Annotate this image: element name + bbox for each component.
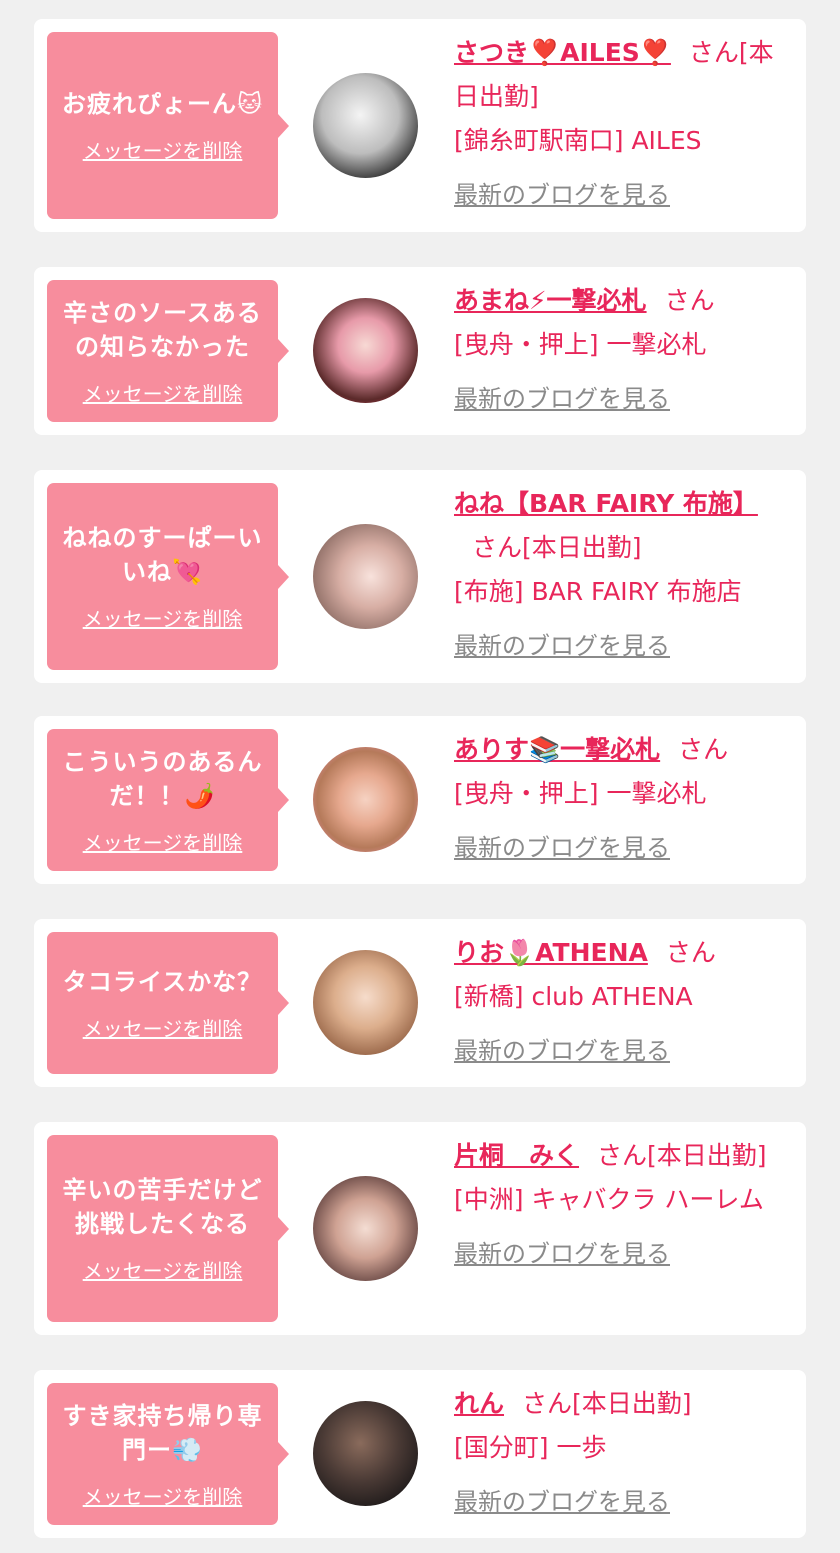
cast-suffix: さん[本日出勤] — [472, 533, 642, 562]
message-bubble: こういうのあるんだ！！🌶️ メッセージを削除 — [47, 729, 289, 871]
cast-info: れん さん[本日出勤] [国分町] 一歩 最新のブログを見る — [454, 1382, 798, 1524]
message-bubble: タコライスかな？ メッセージを削除 — [47, 932, 289, 1074]
cast-info: ねね【BAR FAIRY 布施】さん[本日出勤] [布施] BAR FAIRY … — [454, 482, 798, 668]
message-bubble: 辛いの苦手だけど挑戦したくなる メッセージを削除 — [47, 1135, 289, 1322]
avatar[interactable] — [313, 73, 418, 178]
cast-info: 片桐 みく さん[本日出勤] [中洲] キャバクラ ハーレム 最新のブログを見る — [454, 1134, 798, 1276]
cast-info: ありす📚一撃必札 さん [曳舟・押上] 一撃必札 最新のブログを見る — [454, 728, 798, 870]
message-card: タコライスかな？ メッセージを削除 りお🌷ATHENA さん [新橋] club … — [34, 919, 806, 1087]
shop-label: [国分町] 一歩 — [454, 1433, 607, 1462]
cast-info: さつき❣️AILES❣️ さん[本日出勤] [錦糸町駅南口] AILES 最新のブ… — [454, 31, 798, 217]
shop-label: [中洲] キャバクラ ハーレム — [454, 1185, 764, 1214]
message-bubble: ねねのすーぱーいいね💘 メッセージを削除 — [47, 483, 289, 670]
cast-info: りお🌷ATHENA さん [新橋] club ATHENA 最新のブログを見る — [454, 931, 798, 1073]
message-bubble: 辛さのソースあるの知らなかった メッセージを削除 — [47, 280, 289, 422]
message-text: タコライスかな？ — [62, 967, 263, 996]
delete-message-link[interactable]: メッセージを削除 — [83, 603, 243, 632]
cast-name-link[interactable]: りお🌷ATHENA — [454, 938, 648, 967]
avatar[interactable] — [313, 298, 418, 403]
message-card: 辛さのソースあるの知らなかった メッセージを削除 あまね⚡一撃必札 さん [曳舟・… — [34, 267, 806, 435]
message-text: すき家持ち帰り専門ー💨 — [62, 1401, 263, 1464]
delete-message-link[interactable]: メッセージを削除 — [83, 1481, 243, 1510]
cast-suffix: さん[本日出勤] — [522, 1389, 692, 1418]
latest-blog-link[interactable]: 最新のブログを見る — [454, 1232, 670, 1276]
message-card: こういうのあるんだ！！🌶️ メッセージを削除 ありす📚一撃必札 さん [曳舟・押上… — [34, 716, 806, 884]
cast-name-link[interactable]: ねね【BAR FAIRY 布施】 — [454, 489, 758, 518]
latest-blog-link[interactable]: 最新のブログを見る — [454, 624, 670, 668]
cast-suffix: さん — [664, 286, 715, 315]
latest-blog-link[interactable]: 最新のブログを見る — [454, 1029, 670, 1073]
cast-name-link[interactable]: 片桐 みく — [454, 1141, 579, 1170]
message-bubble: すき家持ち帰り専門ー💨 メッセージを削除 — [47, 1383, 289, 1525]
shop-label: [錦糸町駅南口] AILES — [454, 126, 702, 155]
cast-name-link[interactable]: さつき❣️AILES❣️ — [454, 38, 671, 67]
shop-label: [新橋] club ATHENA — [454, 982, 693, 1011]
cast-name-link[interactable]: ありす📚一撃必札 — [454, 735, 660, 764]
avatar[interactable] — [313, 747, 418, 852]
cast-suffix: さん — [678, 735, 729, 764]
avatar[interactable] — [313, 1176, 418, 1281]
latest-blog-link[interactable]: 最新のブログを見る — [454, 173, 670, 217]
message-text: 辛いの苦手だけど挑戦したくなる — [62, 1176, 263, 1238]
cast-name-link[interactable]: れん — [454, 1389, 504, 1418]
latest-blog-link[interactable]: 最新のブログを見る — [454, 1480, 670, 1524]
shop-label: [曳舟・押上] 一撃必札 — [454, 330, 707, 359]
avatar[interactable] — [313, 950, 418, 1055]
avatar[interactable] — [313, 1401, 418, 1506]
shop-label: [布施] BAR FAIRY 布施店 — [454, 577, 742, 606]
cast-suffix: さん[本日出勤] — [597, 1141, 767, 1170]
message-card: ねねのすーぱーいいね💘 メッセージを削除 ねね【BAR FAIRY 布施】さん[… — [34, 470, 806, 683]
delete-message-link[interactable]: メッセージを削除 — [83, 827, 243, 856]
shop-label: [曳舟・押上] 一撃必札 — [454, 779, 707, 808]
message-text: こういうのあるんだ！！🌶️ — [62, 747, 263, 810]
cast-info: あまね⚡一撃必札 さん [曳舟・押上] 一撃必札 最新のブログを見る — [454, 279, 798, 421]
delete-message-link[interactable]: メッセージを削除 — [83, 378, 243, 407]
cast-name-link[interactable]: あまね⚡一撃必札 — [454, 286, 647, 315]
delete-message-link[interactable]: メッセージを削除 — [83, 1255, 243, 1284]
latest-blog-link[interactable]: 最新のブログを見る — [454, 377, 670, 421]
delete-message-link[interactable]: メッセージを削除 — [83, 1013, 243, 1042]
message-text: 辛さのソースあるの知らなかった — [63, 298, 262, 361]
avatar[interactable] — [313, 524, 418, 629]
message-card: お疲れぴょーん🐱 メッセージを削除 さつき❣️AILES❣️ さん[本日出勤] [… — [34, 19, 806, 232]
delete-message-link[interactable]: メッセージを削除 — [83, 135, 243, 164]
message-text: お疲れぴょーん🐱 — [61, 90, 264, 118]
latest-blog-link[interactable]: 最新のブログを見る — [454, 826, 670, 870]
cast-suffix: さん — [665, 938, 716, 967]
message-card: 辛いの苦手だけど挑戦したくなる メッセージを削除 片桐 みく さん[本日出勤] [… — [34, 1122, 806, 1335]
message-bubble: お疲れぴょーん🐱 メッセージを削除 — [47, 32, 289, 219]
message-text: ねねのすーぱーいいね💘 — [62, 524, 263, 586]
message-card: すき家持ち帰り専門ー💨 メッセージを削除 れん さん[本日出勤] [国分町] 一歩… — [34, 1370, 806, 1538]
